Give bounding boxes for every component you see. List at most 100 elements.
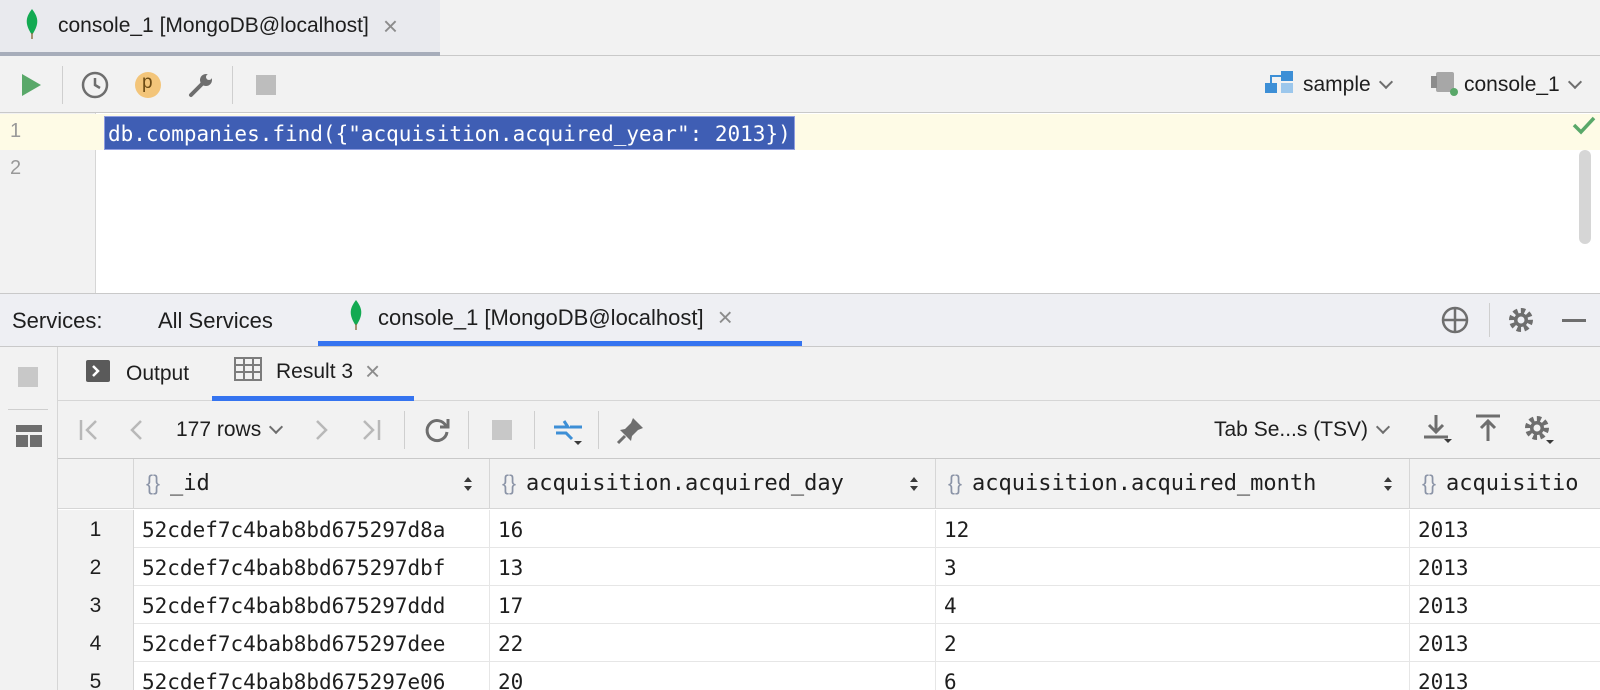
mongodb-leaf-icon [24,8,40,44]
console-select-label: console_1 [1464,73,1560,96]
console-icon [1430,68,1458,102]
line-number: 1 [10,120,22,142]
profile-badge-label: p [142,72,153,93]
close-icon[interactable]: × [365,356,380,387]
cell-day[interactable]: 22 [490,624,936,662]
profile-badge-icon[interactable]: p [133,70,163,100]
cell-year[interactable]: 2013 [1410,548,1600,586]
toolbar-separator [534,411,535,449]
query-code-selected[interactable]: db.companies.find({"acquisition.acquired… [104,116,795,150]
toolbar-separator [1489,303,1490,337]
cell-id[interactable]: 52cdef7c4bab8bd675297d8a [134,510,490,548]
cell-year[interactable]: 2013 [1410,586,1600,624]
close-icon[interactable]: × [718,302,733,333]
service-tab-title: console_1 [MongoDB@localhost] [378,304,704,330]
tab-all-services[interactable]: All Services [158,308,273,334]
sort-icon[interactable] [463,475,473,493]
column-header-label: acquisition.acquired_month [972,471,1317,496]
gear-icon[interactable] [1506,305,1536,340]
cell-year[interactable]: 2013 [1410,510,1600,548]
console-select[interactable]: console_1 [1430,68,1582,102]
close-icon[interactable]: × [383,13,398,39]
sort-icon[interactable] [909,475,919,493]
row-count-label: 177 rows [176,418,262,441]
tab-console-service[interactable]: console_1 [MongoDB@localhost] × [318,294,802,346]
cell-year[interactable]: 2013 [1410,624,1600,662]
layout-icon[interactable] [16,425,42,452]
object-icon: {} [502,471,517,495]
next-page-icon[interactable] [314,418,330,447]
first-page-icon[interactable] [78,418,100,447]
object-icon: {} [146,471,161,495]
service-side-strip [0,347,58,690]
editor-tab-title: console_1 [MongoDB@localhost] [58,14,369,37]
tab-output-label: Output [126,362,190,385]
cell-month[interactable]: 3 [936,548,1410,586]
cell-day[interactable]: 16 [490,510,936,548]
clock-icon[interactable] [80,70,110,100]
minimize-icon[interactable] [1562,319,1586,322]
previous-page-icon[interactable] [128,418,144,447]
sort-icon[interactable] [1383,475,1393,493]
cell-year[interactable]: 2013 [1410,662,1600,690]
export-format-label: Tab Se...s (TSV) [1214,418,1369,441]
table-row[interactable]: 4 52cdef7c4bab8bd675297dee 22 2 2013 [58,624,1600,662]
crosshair-icon[interactable] [1440,305,1470,340]
cell-day[interactable]: 17 [490,586,936,624]
stop-icon[interactable] [251,70,281,100]
cell-month[interactable]: 4 [936,586,1410,624]
cell-day[interactable]: 20 [490,662,936,690]
compare-arrows-icon[interactable] [552,413,586,452]
stop-icon[interactable] [492,420,512,440]
upload-icon[interactable] [1474,413,1502,450]
wrench-icon[interactable] [186,70,216,100]
export-format-select[interactable]: Tab Se...s (TSV) [1214,413,1391,447]
database-select[interactable]: sample [1265,68,1393,102]
row-number: 2 [58,548,134,586]
cell-id[interactable]: 52cdef7c4bab8bd675297e06 [134,662,490,690]
toolbar-separator [62,66,63,104]
toolbar-separator [468,411,469,449]
strip-separator [8,409,48,410]
table-row[interactable]: 3 52cdef7c4bab8bd675297ddd 17 4 2013 [58,586,1600,624]
editor-tab-console[interactable]: console_1 [MongoDB@localhost] × [0,0,440,56]
column-header-acquired-month[interactable]: {} acquisition.acquired_month [936,459,1410,509]
result-tabs: Output Result 3 × [58,347,1600,401]
cell-month[interactable]: 6 [936,662,1410,690]
table-row[interactable]: 5 52cdef7c4bab8bd675297e06 20 6 2013 [58,662,1600,690]
cell-month[interactable]: 2 [936,624,1410,662]
column-header-acquired-year[interactable]: {} acquisitio [1410,459,1600,509]
editor-scrollbar[interactable] [1579,150,1591,244]
last-page-icon[interactable] [360,418,382,447]
stop-icon[interactable] [18,367,38,387]
tab-result[interactable]: Result 3 × [212,347,414,401]
object-icon: {} [1422,471,1437,495]
toolbar-separator [404,411,405,449]
chevron-down-icon [1378,74,1393,90]
column-header-id[interactable]: {} _id [134,459,490,509]
cell-id[interactable]: 52cdef7c4bab8bd675297ddd [134,586,490,624]
row-count-select[interactable]: 177 rows [176,413,284,447]
cell-day[interactable]: 13 [490,548,936,586]
chevron-down-icon [1567,74,1582,90]
download-icon[interactable] [1422,413,1454,450]
gear-icon[interactable] [1522,413,1556,452]
row-number: 3 [58,586,134,624]
cell-month[interactable]: 12 [936,510,1410,548]
chevron-down-icon [269,419,284,435]
cell-id[interactable]: 52cdef7c4bab8bd675297dee [134,624,490,662]
row-number: 1 [58,510,134,548]
database-select-label: sample [1303,73,1371,96]
editor-toolbar: p sample console_1 [0,56,1600,113]
table-row[interactable]: 1 52cdef7c4bab8bd675297d8a 16 12 2013 [58,510,1600,548]
result-toolbar: 177 rows Tab Se...s (TSV) [58,401,1600,459]
column-header-acquired-day[interactable]: {} acquisition.acquired_day [490,459,936,509]
services-label: Services: [12,308,103,333]
play-icon[interactable] [16,70,46,100]
tab-output[interactable]: Output [86,347,189,401]
pin-icon[interactable] [616,415,646,450]
refresh-icon[interactable] [422,415,452,450]
cell-id[interactable]: 52cdef7c4bab8bd675297dbf [134,548,490,586]
object-icon: {} [948,471,963,495]
table-row[interactable]: 2 52cdef7c4bab8bd675297dbf 13 3 2013 [58,548,1600,586]
